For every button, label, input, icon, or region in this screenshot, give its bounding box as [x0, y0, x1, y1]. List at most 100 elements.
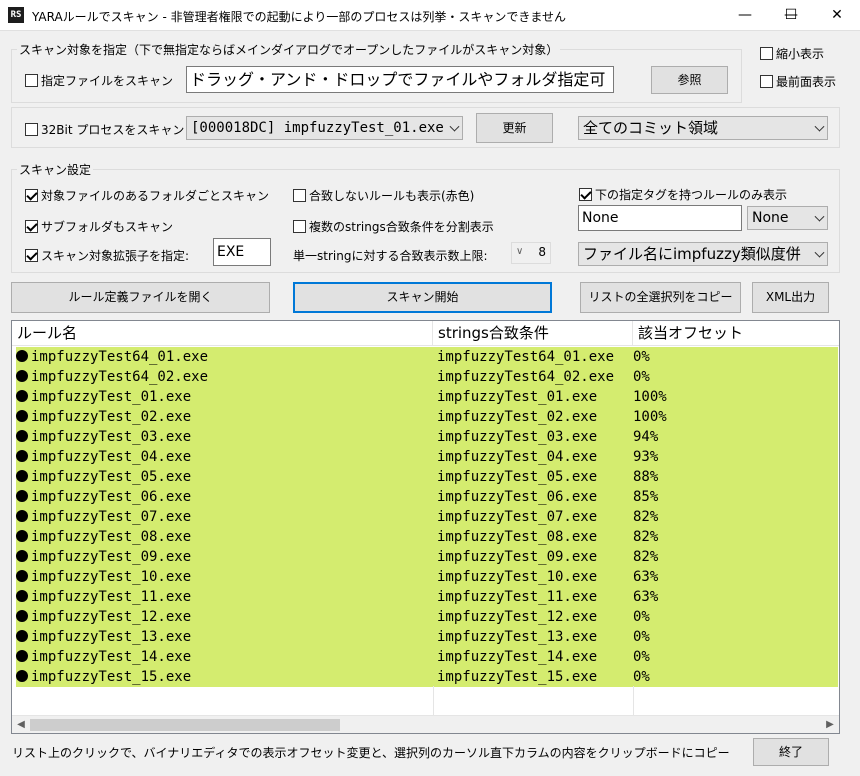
header-rule-name[interactable]: ルール名	[12, 321, 433, 346]
match-bullet-icon	[16, 450, 28, 462]
show-unmatched-box[interactable]	[293, 189, 306, 202]
table-row[interactable]: impfuzzyTest_14.exe impfuzzyTest_14.exe 0%	[16, 647, 838, 667]
header-strings[interactable]: strings合致条件	[433, 321, 633, 346]
strings-cell: impfuzzyTest_08.exe	[437, 529, 598, 545]
table-row[interactable]: impfuzzyTest_07.exe impfuzzyTest_07.exe 82…	[16, 507, 838, 527]
rule-name: impfuzzyTest_09.exe	[31, 549, 192, 565]
match-bullet-icon	[16, 470, 28, 482]
show-unmatched-checkbox[interactable]: 合致しないルールも表示(赤色)	[293, 187, 474, 204]
process-combo[interactable]: [000018DC] impfuzzyTest_01.exe	[186, 116, 463, 140]
horizontal-scrollbar[interactable]: ◀ ▶	[12, 715, 839, 733]
match-bullet-icon	[16, 350, 28, 362]
scan-folder-checkbox[interactable]: 対象ファイルのあるフォルダごとスキャン	[25, 187, 269, 204]
rule-name: impfuzzyTest_06.exe	[31, 489, 192, 505]
scroll-left-icon[interactable]: ◀	[12, 716, 30, 733]
rule-name-cell: impfuzzyTest_08.exe	[16, 527, 191, 547]
offset-cell: 82%	[633, 509, 659, 525]
table-row[interactable]: impfuzzyTest_03.exe impfuzzyTest_03.exe 94…	[16, 427, 838, 447]
start-scan-button[interactable]: スキャン開始	[293, 282, 552, 313]
table-row[interactable]: impfuzzyTest_12.exe impfuzzyTest_12.exe 0%	[16, 607, 838, 627]
match-bullet-icon	[16, 390, 28, 402]
match-bullet-icon	[16, 510, 28, 522]
region-combo[interactable]: 全てのコミット領域	[578, 116, 828, 140]
process-checkbox[interactable]: 32Bit プロセスをスキャン	[25, 121, 184, 138]
rule-name: impfuzzyTest64_01.exe	[31, 349, 209, 365]
match-bullet-icon	[16, 550, 28, 562]
results-list[interactable]: ルール名 strings合致条件 該当オフセット impfuzzyTest64_…	[11, 320, 840, 734]
strings-cell: impfuzzyTest_11.exe	[437, 589, 598, 605]
table-row[interactable]: impfuzzyTest_05.exe impfuzzyTest_05.exe 88…	[16, 467, 838, 487]
table-row[interactable]: impfuzzyTest_11.exe impfuzzyTest_11.exe 63…	[16, 587, 838, 607]
strings-cell: impfuzzyTest_03.exe	[437, 429, 598, 445]
xml-output-button[interactable]: XML出力	[752, 282, 829, 313]
strings-cell: impfuzzyTest_04.exe	[437, 449, 598, 465]
sort-combo[interactable]: ファイル名にimpfuzzy類似度併	[578, 242, 828, 266]
close-window-icon[interactable]: ✕	[814, 0, 860, 31]
process-box[interactable]	[25, 123, 38, 136]
topmost-checkbox[interactable]: 最前面表示	[760, 73, 836, 90]
rule-name: impfuzzyTest_15.exe	[31, 669, 192, 685]
strings-cell: impfuzzyTest_10.exe	[437, 569, 598, 585]
region-combo-value: 全てのコミット領域	[583, 119, 719, 137]
compact-view-checkbox[interactable]: 縮小表示	[760, 45, 824, 62]
table-row[interactable]: impfuzzyTest_10.exe impfuzzyTest_10.exe 63…	[16, 567, 838, 587]
ext-filter-checkbox[interactable]: スキャン対象拡張子を指定:	[25, 247, 189, 264]
ext-input[interactable]: EXE	[213, 238, 271, 266]
ext-filter-box[interactable]	[25, 249, 38, 262]
match-bullet-icon	[16, 610, 28, 622]
list-header: ルール名 strings合致条件 該当オフセット	[12, 321, 839, 346]
strings-cell: impfuzzyTest_14.exe	[437, 649, 598, 665]
match-bullet-icon	[16, 650, 28, 662]
table-row[interactable]: impfuzzyTest_06.exe impfuzzyTest_06.exe 85…	[16, 487, 838, 507]
table-row[interactable]: impfuzzyTest_08.exe impfuzzyTest_08.exe 82…	[16, 527, 838, 547]
offset-cell: 0%	[633, 629, 650, 645]
table-row[interactable]: impfuzzyTest64_02.exe impfuzzyTest64_02.e…	[16, 367, 838, 387]
copy-column-button[interactable]: リストの全選択列をコピー	[580, 282, 741, 313]
rule-name-cell: impfuzzyTest_07.exe	[16, 507, 191, 527]
rule-name-cell: impfuzzyTest_11.exe	[16, 587, 191, 607]
table-row[interactable]: impfuzzyTest_09.exe impfuzzyTest_09.exe 82…	[16, 547, 838, 567]
table-row[interactable]: impfuzzyTest_15.exe impfuzzyTest_15.exe 0%	[16, 667, 838, 687]
scan-file-checkbox[interactable]: 指定ファイルをスキャン	[25, 72, 173, 89]
chevron-down-icon[interactable]: ∨	[516, 246, 523, 257]
match-bullet-icon	[16, 530, 28, 542]
compact-view-box[interactable]	[760, 47, 773, 60]
tag-input[interactable]: None	[578, 205, 742, 231]
scroll-right-icon[interactable]: ▶	[821, 716, 839, 733]
table-row[interactable]: impfuzzyTest_04.exe impfuzzyTest_04.exe 93…	[16, 447, 838, 467]
exit-button[interactable]: 終了	[753, 738, 829, 766]
limit-stepper[interactable]: ∨ 8	[511, 242, 551, 264]
file-path-input[interactable]: ドラッグ・アンド・ドロップでファイルやフォルダ指定可	[186, 66, 614, 93]
strings-cell: impfuzzyTest_02.exe	[437, 409, 598, 425]
header-offset[interactable]: 該当オフセット	[633, 321, 839, 346]
offset-cell: 100%	[633, 409, 667, 425]
open-rules-button[interactable]: ルール定義ファイルを開く	[11, 282, 270, 313]
minimize-window-icon[interactable]: —	[722, 0, 768, 31]
scan-folder-box[interactable]	[25, 189, 38, 202]
rule-name: impfuzzyTest_11.exe	[31, 589, 192, 605]
scrollbar-thumb[interactable]	[30, 719, 340, 731]
offset-cell: 88%	[633, 469, 659, 485]
split-strings-checkbox[interactable]: 複数のstrings合致条件を分割表示	[293, 218, 494, 235]
table-row[interactable]: impfuzzyTest64_01.exe impfuzzyTest64_01.e…	[16, 347, 838, 367]
subfolders-box[interactable]	[25, 220, 38, 233]
chevron-down-icon	[814, 211, 825, 222]
table-row[interactable]: impfuzzyTest_01.exe impfuzzyTest_01.exe 10…	[16, 387, 838, 407]
strings-cell: impfuzzyTest_05.exe	[437, 469, 598, 485]
split-strings-box[interactable]	[293, 220, 306, 233]
browse-button[interactable]: 参照	[651, 66, 728, 94]
refresh-button[interactable]: 更新	[476, 113, 553, 143]
offset-cell: 0%	[633, 649, 650, 665]
tag-filter-box[interactable]	[579, 188, 592, 201]
status-hint: リスト上のクリックで、バイナリエディタでの表示オフセット変更と、選択列のカーソル…	[12, 746, 730, 760]
table-row[interactable]: impfuzzyTest_13.exe impfuzzyTest_13.exe 0%	[16, 627, 838, 647]
offset-cell: 82%	[633, 549, 659, 565]
table-row[interactable]: impfuzzyTest_02.exe impfuzzyTest_02.exe 10…	[16, 407, 838, 427]
subfolders-checkbox[interactable]: サブフォルダもスキャン	[25, 218, 173, 235]
scan-file-box[interactable]	[25, 74, 38, 87]
tag-combo[interactable]: None	[747, 206, 828, 230]
tag-filter-checkbox[interactable]: 下の指定タグを持つルールのみ表示	[579, 186, 787, 203]
maximize-window-icon[interactable]: ☐	[768, 0, 814, 31]
rule-name-cell: impfuzzyTest_13.exe	[16, 627, 191, 647]
topmost-box[interactable]	[760, 75, 773, 88]
